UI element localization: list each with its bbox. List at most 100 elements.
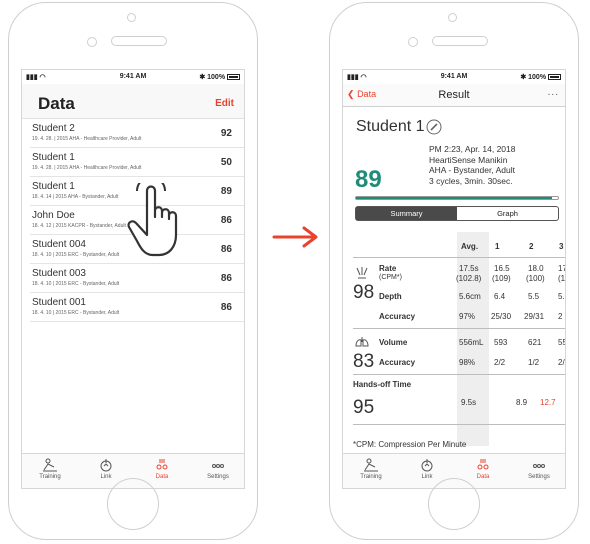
ventilation-score: 83 [353,351,375,372]
ventilation-accuracy-cycle-1: 2/2 [494,358,506,367]
list-item[interactable]: Student 2 19. 4. 28. | 2015 AHA - Healthc… [30,119,244,148]
tab-training[interactable]: Training [22,458,78,480]
compression-icon [356,267,368,279]
list-item-name: Student 003 [32,268,86,279]
status-bar: ▮▮▮ ◠ 9:41 AM ✱ 100% [343,70,565,84]
link-icon [421,459,433,472]
page-title: Data [38,94,75,113]
edit-pencil-icon[interactable] [426,119,442,135]
earpiece-speaker [432,36,488,46]
depth-cycle-1: 6.4 [494,292,506,301]
footnote: *CPM: Compression Per Minute [353,440,467,449]
tab-settings-label: Settings [207,474,229,480]
front-camera [87,37,97,47]
home-button[interactable] [107,478,159,530]
session-info: PM 2:23, Apr. 14, 2018 HeartiSense Manik… [429,144,515,186]
battery-indicator: ✱ 100% [520,73,561,81]
battery-percent: 100% [528,74,547,81]
header-cycle-3: 3 [559,242,564,251]
page-title: Result [438,89,470,101]
segment-summary[interactable]: Summary [356,207,457,220]
divider [353,374,565,375]
edit-button[interactable]: Edit [215,98,234,109]
battery-icon [227,74,240,81]
ventilation-accuracy-label: Accuracy [379,358,416,367]
hands-off-avg: 9.5s [461,398,477,407]
list-item[interactable]: Student 001 18. 4. 10 | 2015 ERC - Bystan… [30,293,244,322]
battery-percent: 100% [207,74,226,81]
tab-data-label: Data [476,474,490,480]
compression-score: 98 [353,282,375,303]
right-phone: ▮▮▮ ◠ 9:41 AM ✱ 100% ❮ Data Result ... S… [329,2,579,540]
list-item-name: Student 1 [32,181,75,192]
list-item-name: John Doe [32,210,75,221]
earpiece-speaker [111,36,167,46]
link-icon [100,459,112,472]
tab-training[interactable]: Training [343,458,399,480]
list-item-score: 86 [220,244,232,255]
volume-label: Volume [379,338,408,347]
tab-settings[interactable]: Settings [511,458,565,480]
list-item-score: 86 [220,302,232,313]
tab-data[interactable]: Data [455,458,511,480]
tab-link[interactable]: Link [78,458,134,480]
result-screen: ▮▮▮ ◠ 9:41 AM ✱ 100% ❮ Data Result ... S… [342,69,566,489]
list-item-score: 92 [220,128,232,139]
rate-avg-cpm: (102.8) [456,274,482,283]
divider [353,424,565,425]
tab-settings-label: Settings [528,474,550,480]
tab-data[interactable]: Data [134,458,190,480]
ventilation-accuracy-avg: 98% [459,358,476,367]
rate-cycle-3-cpm: (1 [558,274,566,283]
tab-link[interactable]: Link [399,458,455,480]
arrow-right-icon [272,226,318,248]
phone-dot [448,13,457,22]
list-item-meta: 19. 4. 28. | 2015 AHA - Healthcare Provi… [32,165,142,171]
list-item-meta: 18. 4. 14 | 2015 AHA - Bystander, Adult [32,194,119,200]
list-item-name: Student 001 [32,297,86,308]
data-header: Data Edit [22,84,244,119]
volume-cycle-2: 621 [528,338,542,347]
ventilation-accuracy-cycle-2: 1/2 [528,358,540,367]
list-item-meta: 18. 4. 10 | 2015 ERC - Bystander, Adult [32,252,120,258]
view-segmented-control: Summary Graph [355,206,559,221]
compression-accuracy-cycle-1: 25/30 [491,312,512,321]
list-item[interactable]: Student 1 19. 4. 28. | 2015 AHA - Healthc… [30,148,244,177]
compression-accuracy-cycle-2: 29/31 [524,312,545,321]
rate-cycle-2-cpm: (100) [526,274,545,283]
depth-label: Depth [379,292,402,301]
rate-label: Rate [379,264,397,273]
volume-cycle-3: 55 [558,338,565,347]
segment-graph[interactable]: Graph [457,207,558,220]
rate-cycle-1-cpm: (109) [492,274,511,283]
rate-sub-label: (CPM*) [379,274,402,281]
hands-off-score: 95 [353,397,375,418]
list-item-name: Student 004 [32,239,86,250]
home-button[interactable] [428,478,480,530]
overall-score: 89 [355,166,382,193]
list-item[interactable]: Student 003 18. 4. 10 | 2015 ERC - Bystan… [30,264,244,293]
hands-off-label: Hands-off Time [353,380,412,389]
tap-hand-icon [127,183,178,257]
score-progress-bar [355,196,559,200]
battery-icon [548,74,561,81]
front-camera [408,37,418,47]
list-item-meta: 18. 4. 10 | 2015 ERC - Bystander, Adult [32,281,120,287]
student-name: Student 1 [356,118,425,135]
compression-accuracy-label: Accuracy [379,312,416,321]
tab-training-label: Training [39,474,61,480]
compression-accuracy-cycle-3: 2 [558,312,563,321]
more-dots-icon [533,464,545,468]
list-item-name: Student 1 [32,152,75,163]
training-icon [43,458,57,472]
tab-training-label: Training [360,474,382,480]
tab-settings[interactable]: Settings [190,458,244,480]
list-item-score: 89 [220,186,232,197]
list-item-meta: 18. 4. 10 | 2015 ERC - Bystander, Adult [32,310,120,316]
header-cycle-2: 2 [529,242,534,251]
divider [353,257,565,258]
data-icon [477,459,489,470]
phone-dot [127,13,136,22]
more-button[interactable]: ... [548,87,559,98]
lungs-icon [355,337,369,347]
